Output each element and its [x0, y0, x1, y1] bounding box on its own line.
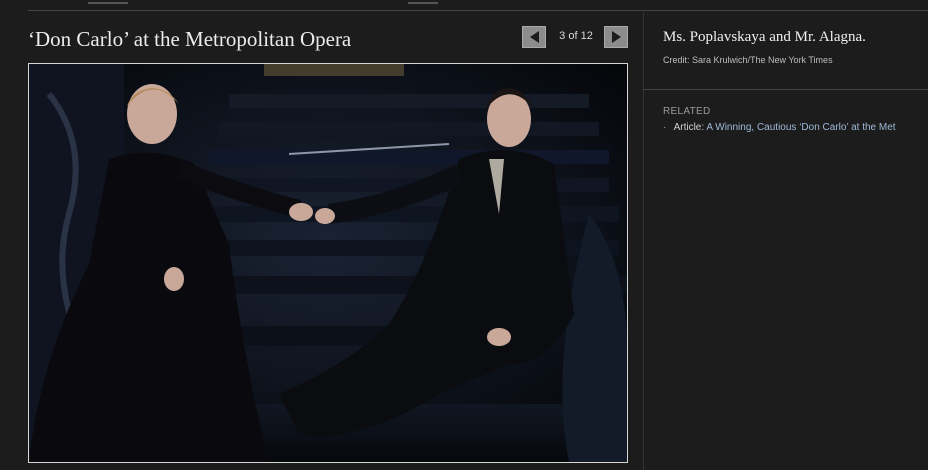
slideshow-photo[interactable] [28, 63, 628, 463]
triangle-right-icon [611, 31, 621, 43]
previous-slide-button[interactable] [522, 26, 546, 48]
column-divider [643, 10, 644, 470]
photo-caption: Ms. Poplavskaya and Mr. Alagna. [663, 29, 866, 45]
next-slide-button[interactable] [604, 26, 628, 48]
photo-credit: Credit: Sara Krulwich/The New York Times [663, 55, 833, 65]
top-rule-fragment [408, 2, 438, 4]
caption-divider [643, 89, 928, 90]
bullet-icon: · [663, 122, 667, 133]
triangle-left-icon [529, 31, 539, 43]
related-item: · Article: A Winning, Cautious ‘Don Carl… [663, 122, 896, 133]
slide-counter: 3 of 12 [559, 30, 593, 42]
opera-stage-photo [29, 64, 627, 462]
slideshow-panel: ‘Don Carlo’ at the Metropolitan Opera 3 … [28, 10, 631, 470]
top-rule-fragment [88, 2, 128, 4]
related-heading: RELATED [663, 106, 711, 117]
slideshow-title: ‘Don Carlo’ at the Metropolitan Opera [28, 27, 352, 51]
related-item-type: Article: [673, 122, 705, 133]
related-article-link[interactable]: A Winning, Cautious ‘Don Carlo’ at the M… [706, 122, 895, 133]
